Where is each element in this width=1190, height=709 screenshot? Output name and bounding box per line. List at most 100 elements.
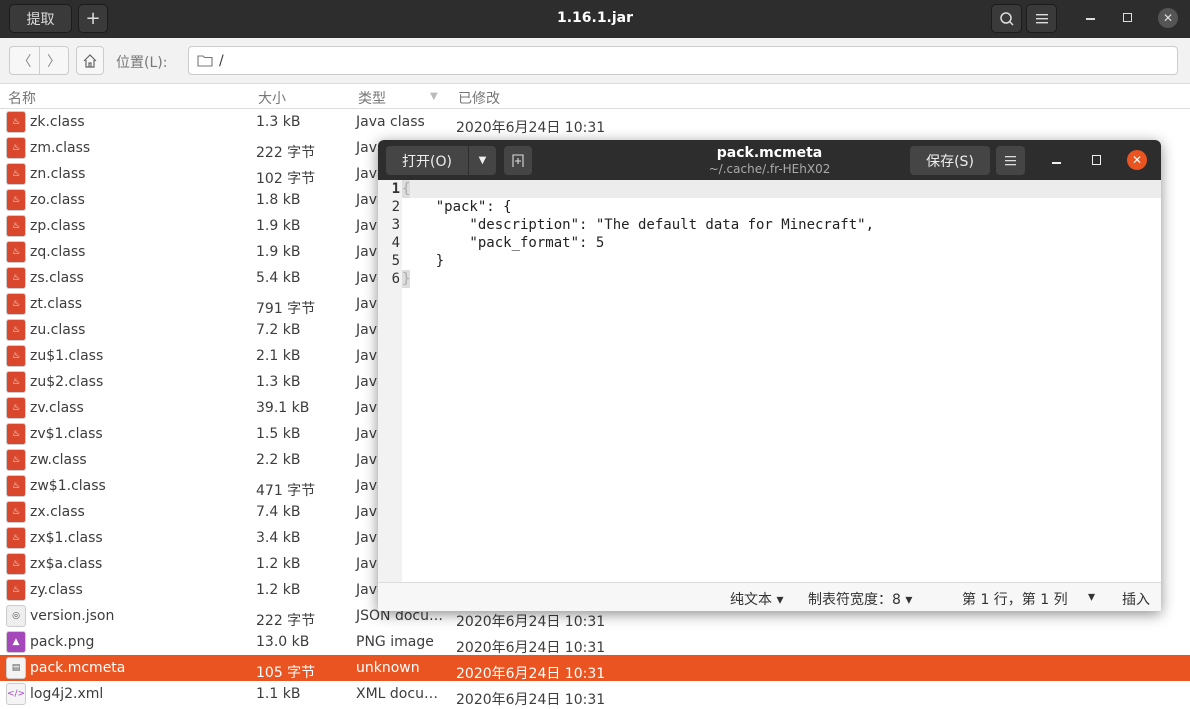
java-file-icon: ♨ — [6, 579, 26, 601]
file-size: 2.2 kB — [256, 452, 301, 468]
java-file-icon: ♨ — [6, 163, 26, 185]
file-roller-titlebar: 提取 + 1.16.1.jar ✕ — [0, 0, 1190, 38]
file-name: zw$1.class — [30, 478, 106, 494]
file-name: zy.class — [30, 582, 83, 598]
cursor-position[interactable]: 第 1 行，第 1 列 — [962, 589, 1068, 609]
folder-icon — [197, 55, 213, 67]
sort-descending-icon: ▼ — [430, 91, 438, 102]
java-file-icon: ♨ — [6, 111, 26, 133]
file-size: 1.9 kB — [256, 218, 301, 234]
java-file-icon: ♨ — [6, 527, 26, 549]
back-button[interactable]: 〈 — [9, 46, 40, 75]
file-row[interactable]: ♨ zk.class 1.3 kB Java class 2020年6月24日 … — [0, 109, 1190, 136]
file-size: 1.2 kB — [256, 582, 301, 598]
file-size: 1.3 kB — [256, 114, 301, 130]
search-icon — [999, 11, 1014, 26]
save-button[interactable]: 保存(S) — [910, 146, 990, 175]
text-editor-window: 打开(O) ▼ pack.mcmeta ~/.cache/.fr-HEhX02 … — [378, 140, 1161, 611]
file-size: 791 字节 — [256, 301, 316, 317]
code-line: "pack_format": 5 — [402, 235, 605, 251]
home-button[interactable] — [76, 46, 104, 75]
file-size: 1.8 kB — [256, 192, 301, 208]
file-name: zs.class — [30, 270, 84, 286]
close-button[interactable]: ✕ — [1158, 8, 1178, 28]
binary-file-icon: ▤ — [6, 657, 26, 679]
file-name: zt.class — [30, 296, 83, 312]
editor-subtitle: ~/.cache/.fr-HEhX02 — [708, 162, 831, 176]
file-modified: 2020年6月24日 10:31 — [456, 640, 606, 656]
json-file-icon: ◎ — [6, 605, 26, 627]
editor-title: pack.mcmeta — [716, 145, 823, 161]
column-size[interactable]: 大小 — [258, 88, 286, 108]
file-size: 1.2 kB — [256, 556, 301, 572]
maximize-button[interactable] — [1123, 13, 1132, 22]
java-file-icon: ♨ — [6, 189, 26, 211]
file-size: 471 字节 — [256, 483, 316, 499]
maximize-button[interactable] — [1092, 155, 1101, 165]
file-size: 7.2 kB — [256, 322, 301, 338]
file-size: 3.4 kB — [256, 530, 301, 546]
java-file-icon: ♨ — [6, 215, 26, 237]
file-name: pack.mcmeta — [30, 660, 126, 676]
close-button[interactable]: ✕ — [1127, 150, 1147, 170]
search-button[interactable] — [991, 4, 1022, 33]
file-type: PNG image — [356, 634, 434, 650]
column-name[interactable]: 名称 — [8, 88, 36, 108]
file-size: 105 字节 — [256, 665, 316, 681]
position-dropdown-icon[interactable]: ▾ — [1088, 589, 1095, 605]
text-area[interactable]: { "pack": { "description": "The default … — [402, 180, 1161, 582]
editor-menu-button[interactable] — [996, 146, 1025, 175]
file-size: 1.3 kB — [256, 374, 301, 390]
file-name: zv.class — [30, 400, 84, 416]
file-size: 2.1 kB — [256, 348, 301, 364]
menu-button[interactable] — [1026, 4, 1057, 33]
language-selector[interactable]: 纯文本 ▾ — [730, 589, 783, 609]
file-size: 1.9 kB — [256, 244, 301, 260]
column-type[interactable]: 类型 — [358, 88, 386, 108]
file-name: zw.class — [30, 452, 87, 468]
column-headers: 名称 大小 类型 ▼ 已修改 — [0, 84, 1190, 109]
line-number-gutter: 1 2 3 4 5 6 — [378, 180, 402, 582]
java-file-icon: ♨ — [6, 475, 26, 497]
minimize-button[interactable] — [1052, 162, 1061, 164]
java-file-icon: ♨ — [6, 397, 26, 419]
menu-icon — [1005, 155, 1016, 165]
line-number: 6 — [391, 271, 400, 287]
java-file-icon: ♨ — [6, 345, 26, 367]
tab-width-selector[interactable]: 制表符宽度：8 ▾ — [808, 589, 912, 609]
file-size: 1.5 kB — [256, 426, 301, 442]
file-name: zo.class — [30, 192, 85, 208]
file-size: 5.4 kB — [256, 270, 301, 286]
xml-file-icon: </> — [6, 683, 26, 705]
column-modified[interactable]: 已修改 — [458, 88, 500, 108]
file-modified: 2020年6月24日 10:31 — [456, 614, 606, 630]
line-number: 2 — [391, 199, 400, 215]
location-path: / — [219, 52, 224, 69]
location-input[interactable]: / — [188, 46, 1178, 75]
location-label: 位置(L): — [116, 55, 168, 71]
file-row[interactable]: ▲ pack.png 13.0 kB PNG image 2020年6月24日 … — [0, 629, 1190, 656]
file-name: zu$2.class — [30, 374, 104, 390]
file-row[interactable]: </> log4j2.xml 1.1 kB XML docu… 2020年6月2… — [0, 681, 1190, 708]
minimize-button[interactable] — [1086, 18, 1095, 20]
file-size: 39.1 kB — [256, 400, 310, 416]
file-name: zv$1.class — [30, 426, 103, 442]
code-line: { — [402, 180, 411, 198]
file-type: Java class — [356, 114, 425, 130]
forward-button[interactable]: 〉 — [39, 46, 69, 75]
file-type: unknown — [356, 660, 420, 676]
file-name: zq.class — [30, 244, 86, 260]
editor-statusbar: 纯文本 ▾ 制表符宽度：8 ▾ 第 1 行，第 1 列 ▾ 插入 — [378, 582, 1161, 611]
java-file-icon: ♨ — [6, 293, 26, 315]
java-file-icon: ♨ — [6, 241, 26, 263]
file-type: XML docu… — [356, 686, 438, 702]
file-name: zu$1.class — [30, 348, 104, 364]
editor-headerbar: 打开(O) ▼ pack.mcmeta ~/.cache/.fr-HEhX02 … — [378, 140, 1161, 180]
java-file-icon: ♨ — [6, 501, 26, 523]
file-modified: 2020年6月24日 10:31 — [456, 666, 606, 682]
java-file-icon: ♨ — [6, 423, 26, 445]
code-line: "description": "The default data for Min… — [402, 217, 875, 233]
line-number: 4 — [391, 235, 400, 251]
file-row[interactable]: ▤ pack.mcmeta 105 字节 unknown 2020年6月24日 … — [0, 655, 1190, 682]
line-number: 3 — [391, 217, 400, 233]
